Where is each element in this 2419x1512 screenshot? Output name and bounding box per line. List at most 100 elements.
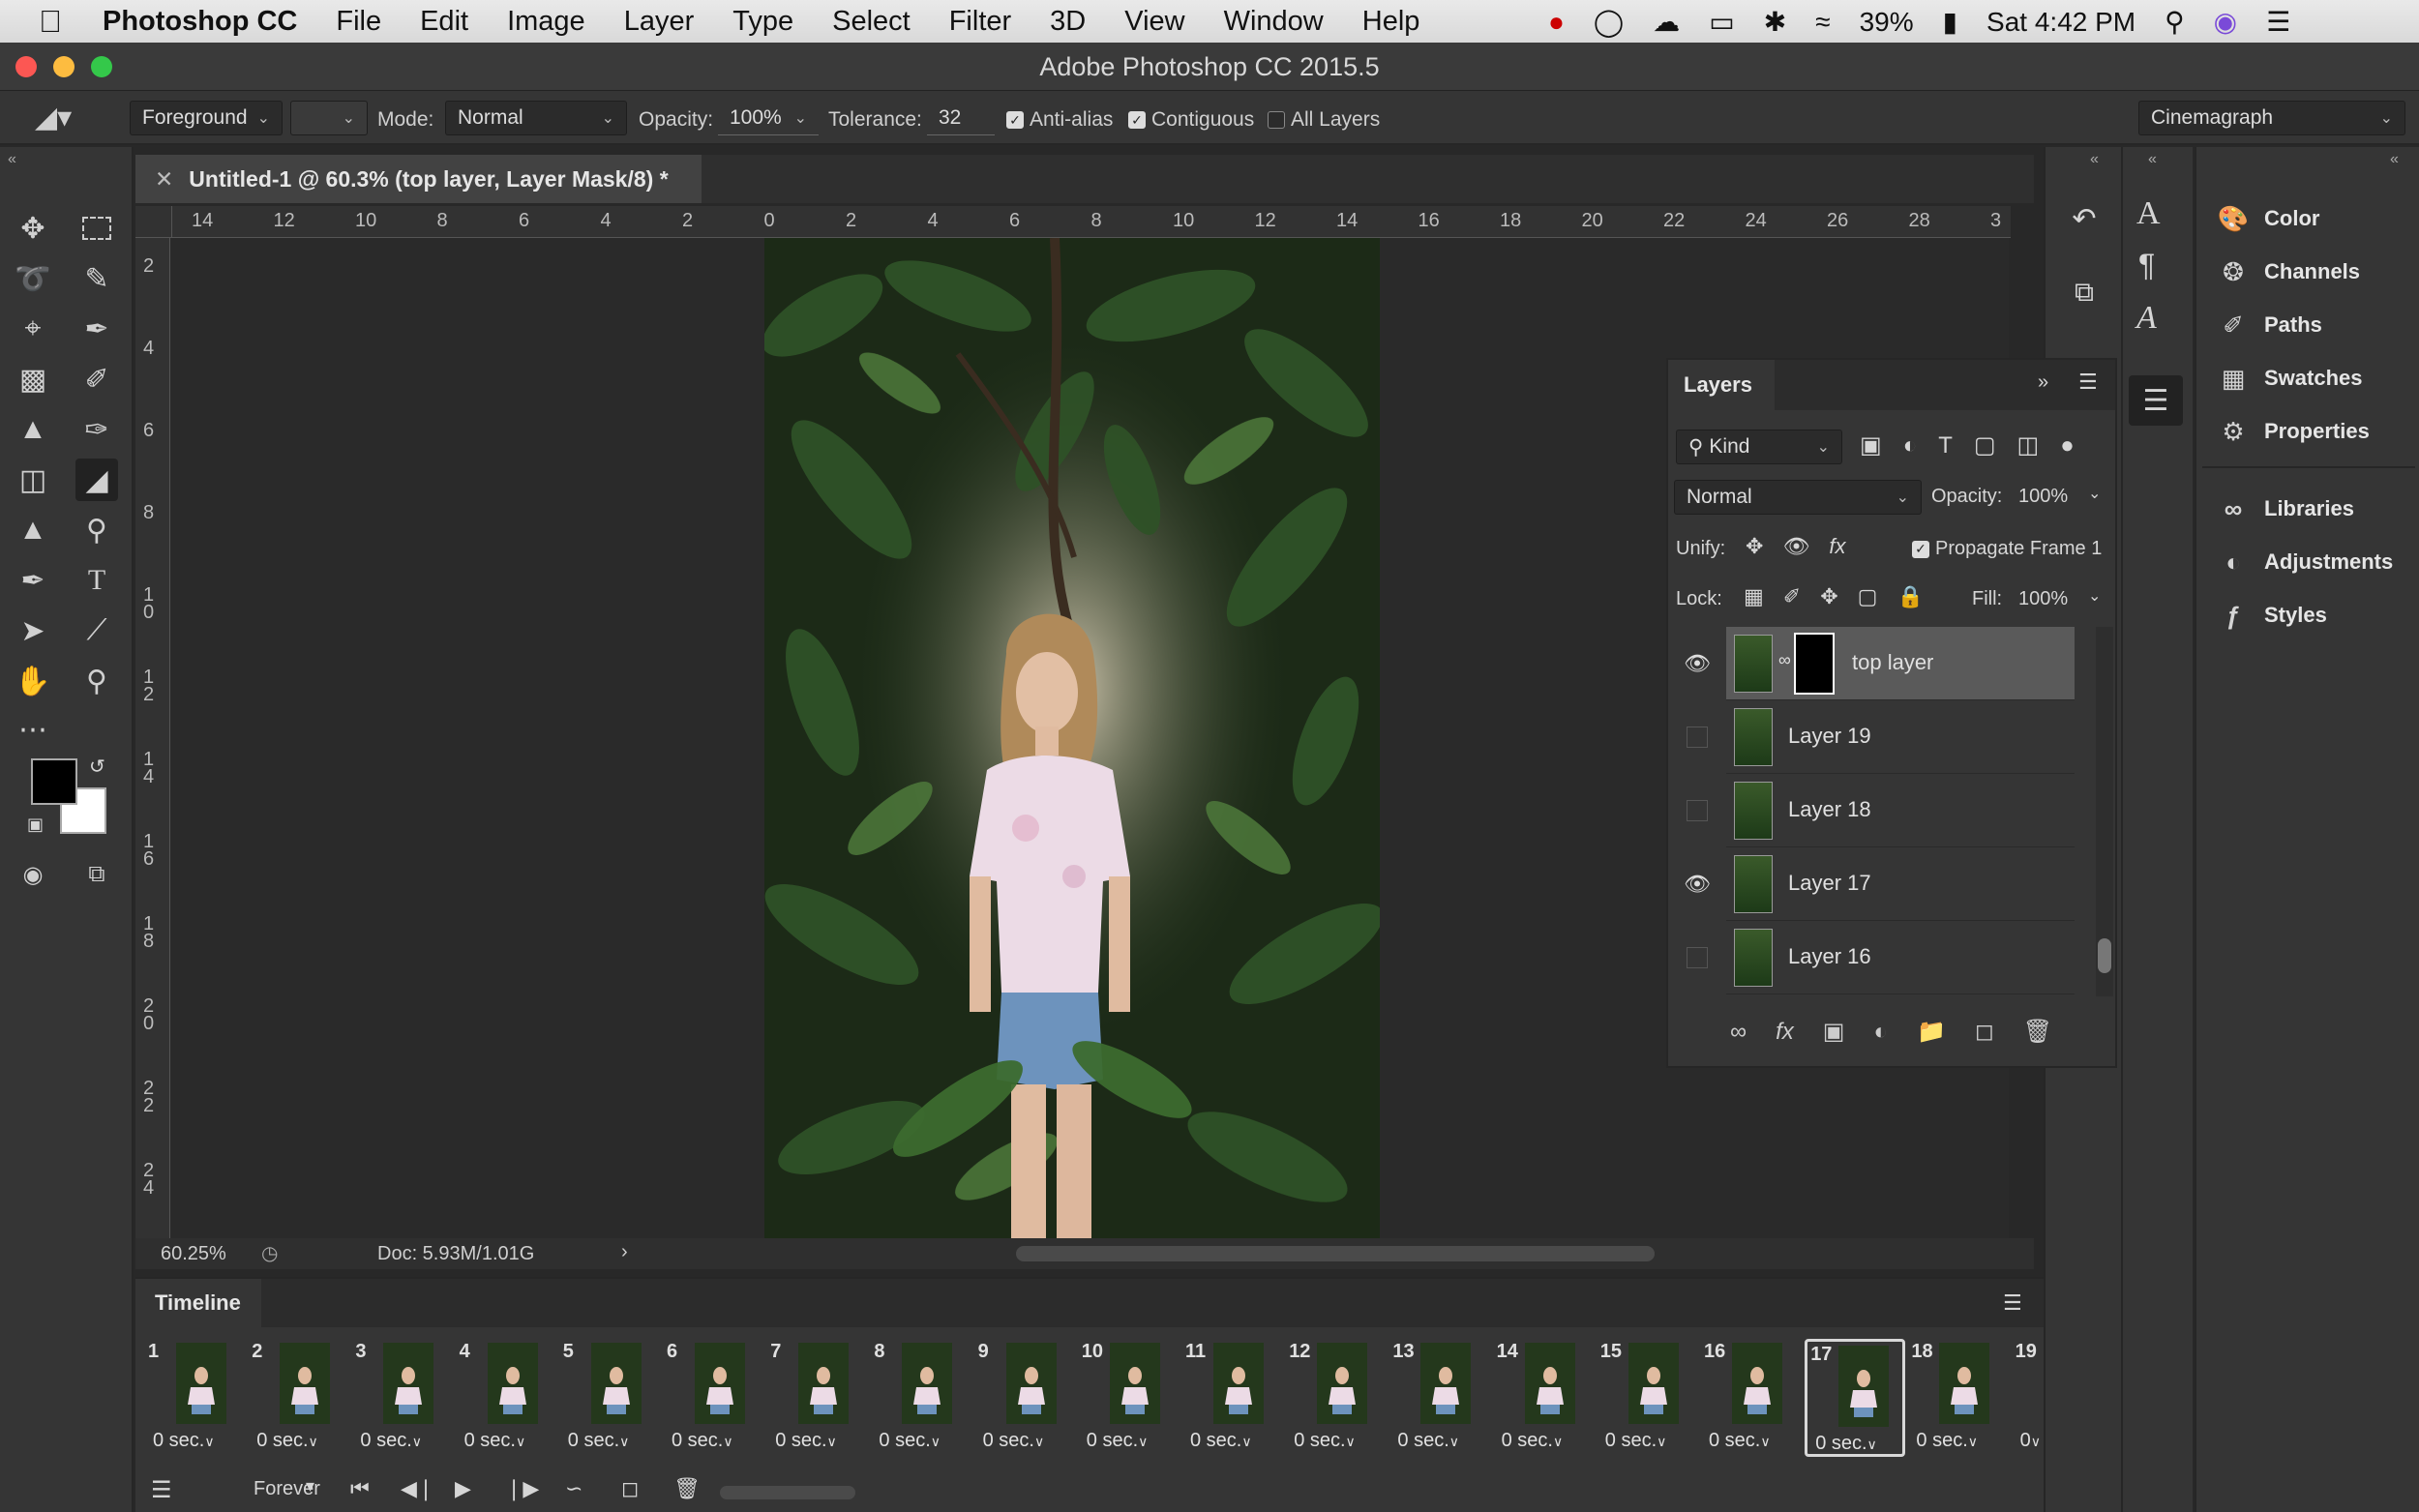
timeline-frame[interactable]: 8 0 sec.∨ [871, 1339, 971, 1457]
styles-panel-button[interactable]: ƒ Styles [2216, 600, 2327, 631]
visibility-eye-icon[interactable]: 👁 [1678, 627, 1717, 700]
timeline-frame[interactable]: 19 0∨ [2013, 1339, 2044, 1457]
clone-source-icon[interactable]: ⧉ [2063, 271, 2105, 313]
filter-shape-icon[interactable]: ▢ [1974, 431, 1996, 460]
filter-smart-object-icon[interactable]: ◫ [2017, 431, 2040, 460]
lock-artboard-icon[interactable]: ▢ [1858, 584, 1878, 609]
menu-image[interactable]: Image [507, 6, 585, 38]
frame-delay[interactable]: 0 sec.∨ [983, 1430, 1045, 1452]
paragraph-panel-icon[interactable]: ¶ [2138, 248, 2155, 283]
frame-delay[interactable]: 0 sec.∨ [672, 1430, 733, 1452]
unify-visibility-icon[interactable]: 👁 [1782, 534, 1809, 559]
libraries-panel-button[interactable]: ∞ Libraries [2216, 493, 2354, 524]
timeline-frame[interactable]: 16 0 sec.∨ [1701, 1339, 1802, 1457]
frame-delay[interactable]: 0 sec.∨ [568, 1430, 630, 1452]
scrollbar-thumb[interactable] [2098, 938, 2111, 973]
status-menu-arrow-icon[interactable]: › [621, 1241, 628, 1263]
tolerance-field[interactable]: 32 [927, 101, 995, 135]
lock-transparent-icon[interactable]: ▦ [1744, 584, 1764, 609]
mode-dropdown[interactable]: Normal ⌄ [445, 101, 627, 135]
layers-panel-icon[interactable]: ☰ [2129, 375, 2183, 426]
timeline-frame[interactable]: 7 0 sec.∨ [767, 1339, 868, 1457]
first-frame-icon[interactable]: ⏮ [350, 1476, 370, 1501]
link-layers-icon[interactable]: ∞ [1730, 1019, 1747, 1046]
paint-bucket-tool-icon[interactable]: ◢ [75, 459, 118, 501]
paths-panel-button[interactable]: ✐ Paths [2216, 310, 2322, 341]
frame-delay[interactable]: 0 sec.∨ [775, 1430, 837, 1452]
fill-value[interactable]: 100% [2018, 588, 2068, 610]
menu-view[interactable]: View [1124, 6, 1184, 38]
visibility-toggle-empty[interactable] [1678, 700, 1717, 774]
collapse-tools-icon[interactable]: « [8, 151, 16, 168]
menu-filter[interactable]: Filter [949, 6, 1011, 38]
contiguous-checkbox[interactable]: ✓ Contiguous [1128, 108, 1254, 132]
timeline-frame[interactable]: 4 0 sec.∨ [457, 1339, 557, 1457]
screen-mode-icon[interactable]: ⧉ [75, 853, 118, 896]
frame-delay[interactable]: 0 sec.∨ [153, 1430, 215, 1452]
swatches-panel-button[interactable]: ▦ Swatches [2216, 363, 2363, 394]
panel-menu-icon[interactable]: ☰ [2078, 370, 2098, 395]
frame-delay[interactable]: 0 sec.∨ [879, 1430, 941, 1452]
color-panel-button[interactable]: 🎨 Color [2216, 203, 2320, 234]
timeline-frame[interactable]: 14 0 sec.∨ [1494, 1339, 1595, 1457]
apple-icon[interactable]:  [39, 4, 62, 40]
tween-icon[interactable]: ∽ [565, 1476, 582, 1501]
zoom-tool-icon[interactable]: ⚲ [75, 660, 118, 702]
layer-row-layer-16[interactable]: Layer 16 [1726, 921, 2075, 994]
previous-frame-icon[interactable]: ◀❘ [401, 1476, 434, 1501]
battery-percent[interactable]: 39% [1860, 7, 1914, 38]
frame-delay[interactable]: 0 sec.∨ [1815, 1433, 1877, 1455]
timeline-frame[interactable]: 18 0 sec.∨ [1908, 1339, 2009, 1457]
frame-delay[interactable]: 0 sec.∨ [1397, 1430, 1459, 1452]
timeline-scrollbar[interactable] [720, 1486, 855, 1499]
menu-3d[interactable]: 3D [1050, 6, 1086, 38]
frame-delay[interactable]: 0 sec.∨ [1605, 1430, 1667, 1452]
document-canvas-photo[interactable] [764, 238, 1380, 1238]
lasso-tool-icon[interactable]: ➰ [12, 257, 54, 300]
timeline-frame[interactable]: 6 0 sec.∨ [664, 1339, 764, 1457]
unify-style-icon[interactable]: fx [1829, 534, 1845, 559]
healing-brush-tool-icon[interactable]: ▩ [12, 358, 54, 400]
anti-alias-checkbox[interactable]: ✓ Anti-alias [1006, 108, 1113, 132]
next-frame-icon[interactable]: ❘▶ [505, 1476, 539, 1501]
frame-delay[interactable]: 0 sec.∨ [360, 1430, 422, 1452]
menu-window[interactable]: Window [1224, 6, 1324, 38]
layer-opacity-value[interactable]: 100% [2018, 486, 2068, 508]
horizontal-scrollbar[interactable] [1016, 1246, 1655, 1261]
eraser-tool-icon[interactable]: ◫ [12, 459, 54, 501]
timeline-frame[interactable]: 10 0 sec.∨ [1079, 1339, 1180, 1457]
menu-file[interactable]: File [336, 6, 381, 38]
history-panel-icon[interactable]: ↶ [2063, 197, 2105, 240]
frame-delay[interactable]: 0 sec.∨ [1709, 1430, 1771, 1452]
blend-mode-dropdown[interactable]: Normal ⌄ [1674, 480, 1922, 515]
menu-app-name[interactable]: Photoshop CC [103, 6, 297, 38]
history-brush-tool-icon[interactable]: ✑ [75, 408, 118, 451]
swap-colors-icon[interactable]: ↺ [89, 755, 105, 779]
opacity-field[interactable]: 100% ⌄ [718, 101, 819, 135]
new-layer-icon[interactable]: ◻ [1975, 1018, 1994, 1046]
timeline-frame[interactable]: 17 0 sec.∨ [1805, 1339, 1906, 1457]
menu-help[interactable]: Help [1362, 6, 1420, 38]
spotlight-search-icon[interactable]: ⚲ [2165, 6, 2185, 38]
close-tab-icon[interactable]: ✕ [155, 166, 173, 193]
timeline-frame[interactable]: 3 0 sec.∨ [352, 1339, 453, 1457]
collapse-dock-icon[interactable]: « [2390, 151, 2399, 168]
brush-tool-icon[interactable]: ✐ [75, 358, 118, 400]
bluetooth-icon[interactable]: ✱ [1764, 6, 1786, 38]
filter-pixel-icon[interactable]: ▣ [1860, 431, 1882, 460]
frame-delay[interactable]: 0 sec.∨ [256, 1430, 318, 1452]
lock-position-icon[interactable]: ✥ [1820, 584, 1837, 609]
frame-delay[interactable]: 0 sec.∨ [1294, 1430, 1356, 1452]
collapse-strip-icon[interactable]: « [2148, 151, 2157, 168]
timeline-frame[interactable]: 9 0 sec.∨ [975, 1339, 1076, 1457]
delete-layer-icon[interactable]: 🗑 [2023, 1018, 2052, 1046]
paint-bucket-preset-icon[interactable]: ◢▾ [35, 101, 72, 134]
siri-icon[interactable]: ◉ [2214, 6, 2237, 38]
layer-row-layer-18[interactable]: Layer 18 [1726, 774, 2075, 847]
pen-tool-icon[interactable]: ✒ [12, 559, 54, 602]
all-layers-checkbox[interactable]: All Layers [1268, 108, 1380, 132]
frame-delay[interactable]: 0 sec.∨ [1087, 1430, 1149, 1452]
ruler-origin[interactable] [135, 206, 172, 238]
visibility-toggle-empty[interactable] [1678, 774, 1717, 847]
timeline-frame[interactable]: 11 0 sec.∨ [1182, 1339, 1283, 1457]
